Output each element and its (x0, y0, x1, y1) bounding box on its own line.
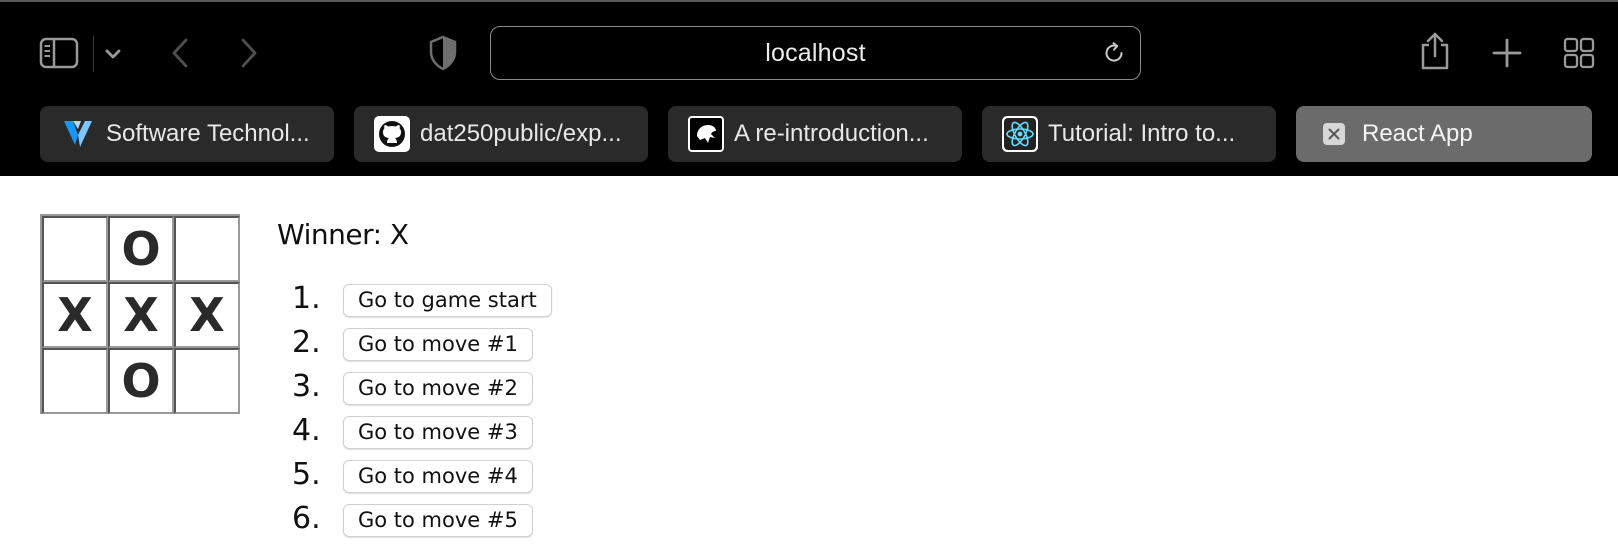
go-to-move-5-button[interactable]: Go to move #5 (343, 503, 533, 537)
board-square[interactable] (174, 216, 240, 282)
tab-re-introduction[interactable]: A re-introduction... (668, 106, 962, 162)
tab-label: dat250public/exp... (420, 120, 622, 147)
tab-label: Tutorial: Intro to... (1048, 120, 1236, 147)
board-square[interactable]: O (108, 348, 174, 414)
mdn-icon (688, 116, 724, 152)
tab-react-app[interactable]: React App (1296, 106, 1592, 162)
tab-software-technology[interactable]: Software Technol... (40, 106, 334, 162)
shield-icon[interactable] (426, 34, 460, 72)
github-icon (374, 116, 410, 152)
address-bar[interactable]: localhost (490, 26, 1141, 80)
share-icon[interactable] (1418, 30, 1452, 72)
game-status: Winner: X (277, 218, 409, 251)
tab-label: Software Technol... (106, 120, 310, 147)
sidebar-icon[interactable] (38, 34, 80, 72)
move-number: 4. (292, 412, 321, 448)
go-to-move-4-button[interactable]: Go to move #4 (343, 459, 533, 493)
board-square[interactable] (42, 216, 108, 282)
go-to-move-2-button[interactable]: Go to move #2 (343, 371, 533, 405)
vuetify-icon (60, 116, 96, 152)
board-square[interactable]: X (42, 282, 108, 348)
tab-label: A re-introduction... (734, 120, 929, 147)
back-icon[interactable] (165, 36, 195, 70)
close-icon[interactable] (1316, 116, 1352, 152)
move-list-item: 6. Go to move #5 (277, 496, 552, 540)
board-square[interactable]: O (108, 216, 174, 282)
board-square[interactable] (42, 348, 108, 414)
move-number: 1. (292, 280, 321, 316)
react-icon (1002, 116, 1038, 152)
browser-chrome: localhost Software Technol... dat250publ… (0, 0, 1618, 176)
move-list-item: 5. Go to move #4 (277, 452, 552, 496)
game-board: O X X X O (40, 214, 240, 414)
new-tab-icon[interactable] (1490, 36, 1524, 70)
page-content: O X X X O Winner: X 1. Go to game start … (0, 176, 1618, 560)
move-number: 2. (292, 324, 321, 360)
move-number: 6. (292, 500, 321, 536)
forward-icon[interactable] (234, 36, 264, 70)
move-list-item: 3. Go to move #2 (277, 364, 552, 408)
board-square[interactable]: X (174, 282, 240, 348)
address-text: localhost (765, 38, 866, 67)
tab-tutorial-intro[interactable]: Tutorial: Intro to... (982, 106, 1276, 162)
board-square[interactable]: X (108, 282, 174, 348)
move-list-item: 2. Go to move #1 (277, 320, 552, 364)
toolbar-divider (93, 36, 94, 72)
tab-dat250public[interactable]: dat250public/exp... (354, 106, 648, 162)
chevron-down-icon[interactable] (101, 42, 125, 66)
move-number: 3. (292, 368, 321, 404)
move-history-list: 1. Go to game start 2. Go to move #1 3. … (277, 276, 552, 540)
move-number: 5. (292, 456, 321, 492)
move-list-item: 4. Go to move #3 (277, 408, 552, 452)
go-to-move-3-button[interactable]: Go to move #3 (343, 415, 533, 449)
board-square[interactable] (174, 348, 240, 414)
move-list-item: 1. Go to game start (277, 276, 552, 320)
reload-icon[interactable] (1102, 41, 1126, 65)
go-to-game-start-button[interactable]: Go to game start (343, 283, 552, 317)
go-to-move-1-button[interactable]: Go to move #1 (343, 327, 533, 361)
tab-overview-icon[interactable] (1562, 36, 1596, 70)
tab-label: React App (1362, 120, 1473, 147)
